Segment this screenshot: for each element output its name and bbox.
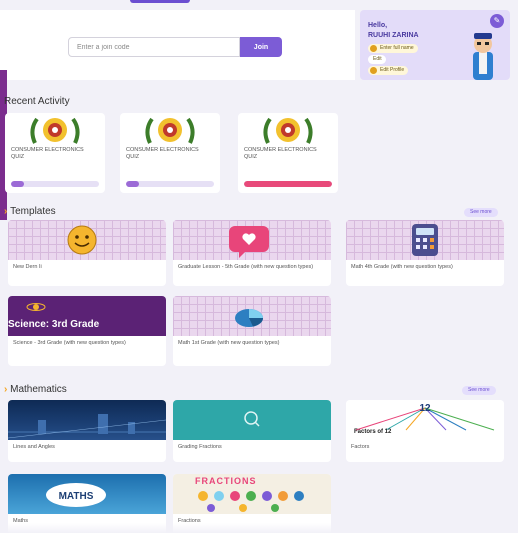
maths-cloud-icon: MATHS [46, 483, 106, 507]
activity-progress [11, 181, 99, 187]
math-thumbnail: MATHS [8, 474, 166, 514]
activity-card[interactable]: CONSUMER ELECTRONICS QUIZ [238, 113, 338, 193]
activity-title: CONSUMER ELECTRONICS QUIZ [126, 147, 199, 160]
template-label: New Dern Ii [13, 264, 42, 270]
activity-progress [126, 181, 214, 187]
pie-chart-icon [235, 309, 263, 327]
activity-title: CONSUMER ELECTRONICS QUIZ [244, 147, 317, 160]
template-thumbnail [173, 220, 331, 260]
quiz-emblem-icon [145, 117, 195, 144]
edit-pencil-icon[interactable]: ✎ [490, 14, 504, 28]
recent-activity-title: Recent Activity [4, 96, 70, 107]
templates-see-more-button[interactable]: See more [464, 208, 498, 217]
template-label: Graduate Lesson - 5th Grade (with new qu… [178, 264, 314, 270]
mathematics-title: › Mathematics [4, 384, 67, 395]
profile-chip-edit[interactable]: Edit [368, 55, 386, 64]
template-card[interactable]: Math 1st Grade (with new question types) [173, 296, 331, 366]
coin-icon [370, 45, 377, 52]
quiz-emblem-icon [30, 117, 80, 144]
math-thumbnail: 12 Factors of 12 [346, 400, 504, 440]
atom-icon [26, 303, 46, 311]
calculator-icon [412, 224, 438, 256]
magnifier-icon [244, 411, 260, 427]
profile-name: RUUHI ZARINA [368, 32, 419, 39]
template-label: Science - 3rd Grade (with new question t… [13, 340, 126, 346]
template-card[interactable]: Graduate Lesson - 5th Grade (with new qu… [173, 220, 331, 286]
factor-number: 12 [419, 403, 431, 414]
activity-card[interactable]: CONSUMER ELECTRONICS QUIZ [5, 113, 105, 193]
maths-banner-text: MATHS [59, 491, 94, 502]
activity-title: CONSUMER ELECTRONICS QUIZ [11, 147, 84, 160]
avatar [473, 33, 493, 80]
profile-greeting: Hello, [368, 22, 388, 29]
math-card[interactable]: Grading Fractions [173, 400, 331, 462]
templates-title: › Templates [4, 206, 56, 217]
join-button[interactable]: Join [240, 37, 282, 57]
math-thumbnail: FRACTIONS [173, 474, 331, 514]
math-card[interactable]: Lines and Angles [8, 400, 166, 462]
template-label: Math 1st Grade (with new question types) [178, 340, 280, 346]
activity-progress [244, 181, 332, 187]
activity-card[interactable]: CONSUMER ELECTRONICS QUIZ [120, 113, 220, 193]
top-tab-indicator [130, 0, 190, 3]
template-card[interactable]: Science: 3rd Grade Science - 3rd Grade (… [8, 296, 166, 366]
profile-chip-edit-profile[interactable]: Edit Profile [368, 66, 409, 75]
profile-card: Hello, RUUHI ZARINA Enter full name Edit… [360, 10, 510, 80]
template-label: Math 4th Grade (with new question types) [351, 264, 453, 270]
smiley-icon [67, 225, 97, 255]
star-icon [370, 67, 377, 74]
quiz-emblem-icon [263, 117, 313, 144]
join-code-input[interactable] [68, 37, 240, 57]
math-banner-text: Factors of 12 [354, 429, 392, 435]
math-label: Factors [351, 444, 370, 450]
template-thumbnail [173, 296, 331, 336]
city-lines-icon [8, 414, 166, 439]
math-card[interactable]: 12 Factors of 12 Factors [346, 400, 504, 462]
math-thumbnail [8, 400, 166, 440]
math-thumbnail [173, 400, 331, 440]
mathematics-see-more-button[interactable]: See more [462, 386, 496, 395]
heart-bubble-icon [229, 226, 269, 258]
template-thumbnail: Science: 3rd Grade [8, 296, 166, 336]
fraction-circles-icon [198, 491, 304, 512]
template-thumbnail [346, 220, 504, 260]
template-banner-text: Science: 3rd Grade [8, 319, 100, 330]
template-thumbnail [8, 220, 166, 260]
math-label: Grading Fractions [178, 444, 222, 450]
template-card[interactable]: Math 4th Grade (with new question types) [346, 220, 504, 286]
bottom-fade [0, 523, 518, 533]
math-label: Lines and Angles [13, 444, 55, 450]
profile-chip-fullname[interactable]: Enter full name [368, 44, 418, 53]
template-card[interactable]: New Dern Ii [8, 220, 166, 286]
